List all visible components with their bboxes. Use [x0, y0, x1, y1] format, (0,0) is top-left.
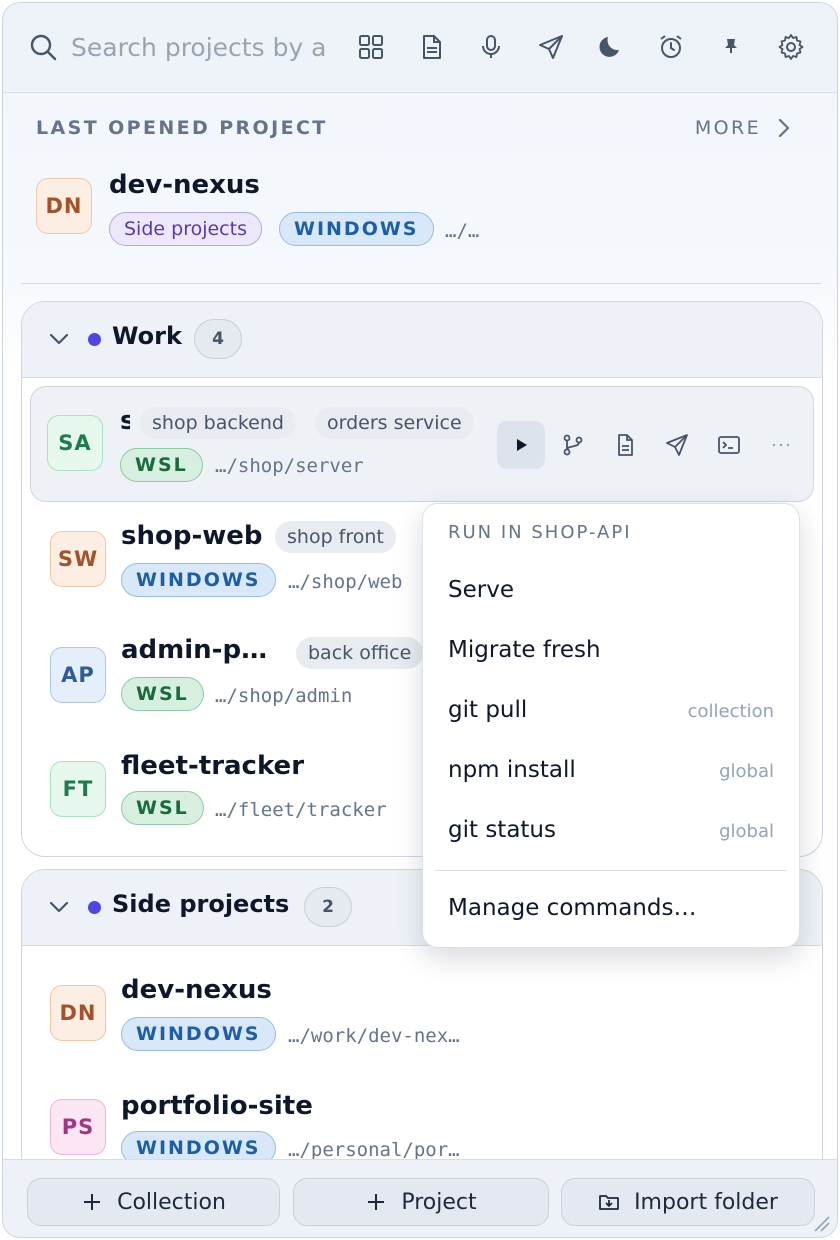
document-icon[interactable] — [415, 31, 447, 63]
import-folder-button[interactable]: Import folder — [561, 1178, 815, 1226]
avatar: SA — [47, 415, 103, 471]
project-tag: back office — [296, 637, 424, 669]
project-path: …/… — [445, 220, 480, 242]
divider — [21, 283, 821, 284]
project-name: dev-nexus — [109, 170, 260, 200]
env-badge: WINDOWS — [121, 563, 276, 597]
group-count-badge: 4 — [194, 319, 242, 359]
document-icon — [618, 434, 633, 456]
project-name: portfolio-site — [121, 1091, 313, 1121]
plus-icon — [368, 1194, 385, 1210]
menu-item-git-status[interactable]: git status global — [423, 801, 799, 861]
more-link[interactable]: MORE — [695, 117, 793, 139]
avatar: PS — [50, 1099, 106, 1155]
menu-item-migrate-fresh[interactable]: Migrate fresh — [423, 621, 799, 681]
settings-icon[interactable] — [775, 31, 807, 63]
run-commands-menu: RUN IN SHOP-API Serve Migrate fresh git … — [422, 503, 800, 948]
grid-icon[interactable] — [355, 31, 387, 63]
project-name: fleet-tracker — [121, 751, 305, 781]
avatar: DN — [36, 178, 92, 234]
group-color-dot — [88, 901, 101, 914]
resize-handle-icon[interactable] — [811, 1213, 831, 1233]
more-label: MORE — [694, 117, 761, 139]
git-branch-icon — [563, 434, 583, 456]
project-path: …/personal/por… — [288, 1139, 460, 1161]
search-input[interactable] — [71, 25, 333, 69]
env-badge: WINDOWS — [121, 1017, 276, 1051]
more-actions-button[interactable] — [761, 425, 801, 465]
add-project-label: Project — [401, 1189, 477, 1215]
project-path: …/work/dev-nex… — [288, 1025, 460, 1047]
menu-item-scope: collection — [687, 701, 774, 722]
env-badge: WSL — [121, 791, 204, 825]
env-badge: WSL — [120, 448, 203, 482]
chevron-down-icon[interactable] — [48, 896, 70, 918]
project-path: …/shop/web — [288, 571, 403, 593]
bottom-bar: Collection Project Import folder — [3, 1159, 837, 1237]
avatar: FT — [50, 761, 106, 817]
menu-separator — [435, 870, 787, 871]
terminal-icon — [718, 436, 740, 454]
alarm-icon[interactable] — [655, 31, 687, 63]
menu-item-label: Manage commands… — [448, 895, 697, 921]
send-icon[interactable] — [535, 31, 567, 63]
chevron-right-icon — [778, 118, 790, 138]
add-collection-label: Collection — [117, 1189, 226, 1215]
menu-item-npm-install[interactable]: npm install global — [423, 741, 799, 801]
project-tag: shop backend — [140, 407, 296, 439]
menu-item-label: git status — [448, 817, 556, 843]
group-title: Work — [112, 322, 182, 350]
microphone-icon[interactable] — [475, 31, 507, 63]
avatar: DN — [50, 985, 106, 1041]
top-bar — [3, 3, 837, 93]
run-button[interactable] — [497, 421, 545, 469]
add-collection-button[interactable]: Collection — [27, 1178, 280, 1226]
project-name: shop-web — [121, 521, 263, 551]
menu-item-manage-commands[interactable]: Manage commands… — [423, 879, 799, 939]
terminal-button[interactable] — [709, 425, 749, 465]
project-tag: orders service — [315, 407, 474, 439]
pin-icon[interactable] — [715, 31, 747, 63]
add-project-button[interactable]: Project — [293, 1178, 549, 1226]
group-header[interactable]: Work 4 — [22, 302, 822, 378]
project-path: …/fleet/tracker — [215, 799, 387, 821]
play-icon — [517, 439, 527, 451]
env-badge: WSL — [121, 677, 204, 711]
project-name: admin-p… — [121, 635, 268, 665]
project-path: …/shop/admin — [215, 685, 353, 707]
menu-item-label: Migrate fresh — [448, 637, 601, 663]
group-count-badge: 2 — [304, 887, 352, 927]
chevron-down-icon[interactable] — [48, 328, 70, 350]
avatar: SW — [50, 531, 106, 587]
git-branch-button[interactable] — [553, 425, 593, 465]
plus-icon — [84, 1194, 101, 1210]
moon-icon[interactable] — [595, 31, 627, 63]
project-name: dev-nexus — [121, 975, 272, 1005]
send-icon — [666, 434, 688, 456]
menu-item-serve[interactable]: Serve — [423, 561, 799, 621]
open-file-button[interactable] — [605, 425, 645, 465]
folder-import-icon — [599, 1195, 619, 1210]
ellipsis-icon — [772, 443, 790, 447]
menu-item-label: npm install — [448, 757, 576, 783]
menu-item-label: Serve — [448, 577, 514, 603]
project-path: …/shop/server — [215, 455, 364, 477]
menu-item-label: git pull — [448, 697, 528, 723]
search-icon — [29, 33, 57, 61]
env-badge: WINDOWS — [279, 212, 434, 246]
project-name: s — [120, 406, 130, 436]
menu-title: RUN IN SHOP-API — [448, 522, 632, 543]
group-color-dot — [88, 333, 101, 346]
project-launcher-window: LAST OPENED PROJECT MORE DN dev-nexus Si… — [2, 2, 838, 1238]
menu-item-git-pull[interactable]: git pull collection — [423, 681, 799, 741]
menu-item-scope: global — [719, 821, 774, 842]
collection-badge: Side projects — [109, 212, 262, 246]
last-opened-label: LAST OPENED PROJECT — [36, 117, 328, 139]
menu-item-scope: global — [719, 761, 774, 782]
avatar: AP — [50, 647, 106, 703]
import-folder-label: Import folder — [634, 1189, 778, 1215]
send-button[interactable] — [657, 425, 697, 465]
group-title: Side projects — [112, 890, 290, 918]
project-tag: shop front — [275, 521, 396, 553]
